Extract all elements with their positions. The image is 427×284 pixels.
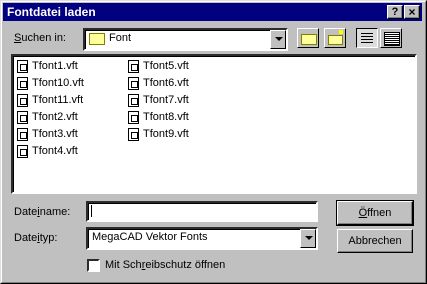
vft-file-icon	[128, 128, 139, 141]
title-bar[interactable]: Fontdatei laden ? ×	[3, 3, 422, 21]
up-folder-icon	[301, 34, 317, 45]
vft-file-icon	[17, 111, 28, 124]
list-view-icon	[361, 33, 373, 43]
vft-file-icon	[17, 128, 28, 141]
filetype-label: Dateityp:	[14, 232, 58, 244]
readonly-label[interactable]: Mit Schreibschutz öffnen	[105, 259, 225, 271]
vft-file-icon	[128, 60, 139, 73]
vft-file-icon	[17, 77, 28, 90]
file-name: Tfont9.vft	[143, 128, 189, 140]
readonly-checkbox[interactable]	[87, 259, 100, 272]
filetype-value: MegaCAD Vektor Fonts	[92, 231, 208, 243]
file-name: Tfont11.vft	[32, 94, 84, 106]
vft-file-icon	[17, 94, 28, 107]
details-view-button[interactable]	[380, 28, 402, 48]
list-view-button[interactable]	[356, 28, 378, 48]
vft-file-icon	[128, 94, 139, 107]
file-list[interactable]: Tfont1.vft Tfont10.vft Tfont11.vft Tfont2.v…	[11, 54, 417, 194]
file-name: Tfont6.vft	[143, 77, 189, 89]
open-button[interactable]: Öffnen	[336, 200, 414, 226]
dialog-window: Fontdatei laden ? × Suchen in: Font Tfon…	[0, 0, 427, 284]
new-folder-button[interactable]	[324, 28, 346, 48]
file-name: Tfont8.vft	[143, 111, 189, 123]
new-folder-icon	[328, 35, 343, 45]
dialog-title: Fontdatei laden	[7, 5, 96, 19]
up-folder-button[interactable]	[297, 28, 319, 48]
file-name: Tfont4.vft	[32, 145, 78, 157]
file-name: Tfont5.vft	[143, 60, 189, 72]
file-name: Tfont3.vft	[32, 128, 78, 140]
vft-file-icon	[17, 60, 28, 73]
lookin-dropdown-arrow[interactable]	[270, 30, 286, 49]
filetype-dropdown-arrow[interactable]	[300, 229, 316, 248]
close-button[interactable]: ×	[404, 5, 420, 19]
lookin-value: Font	[109, 32, 132, 44]
lookin-label: Suchen in:	[14, 32, 66, 44]
file-name: Tfont2.vft	[32, 111, 78, 123]
filetype-combobox[interactable]: MegaCAD Vektor Fonts	[86, 227, 318, 250]
folder-icon	[89, 33, 105, 45]
file-name: Tfont7.vft	[143, 94, 189, 106]
file-name: Tfont1.vft	[32, 60, 78, 72]
filename-label: Dateiname:	[14, 206, 71, 218]
help-button[interactable]: ?	[387, 5, 403, 19]
vft-file-icon	[128, 111, 139, 124]
file-name: Tfont10.vft	[32, 77, 84, 89]
filename-input[interactable]	[86, 201, 318, 222]
vft-file-icon	[128, 77, 139, 90]
details-view-icon	[384, 32, 400, 46]
cancel-button[interactable]: Abbrechen	[337, 229, 413, 253]
lookin-combobox[interactable]: Font	[83, 28, 288, 51]
vft-file-icon	[17, 145, 28, 158]
